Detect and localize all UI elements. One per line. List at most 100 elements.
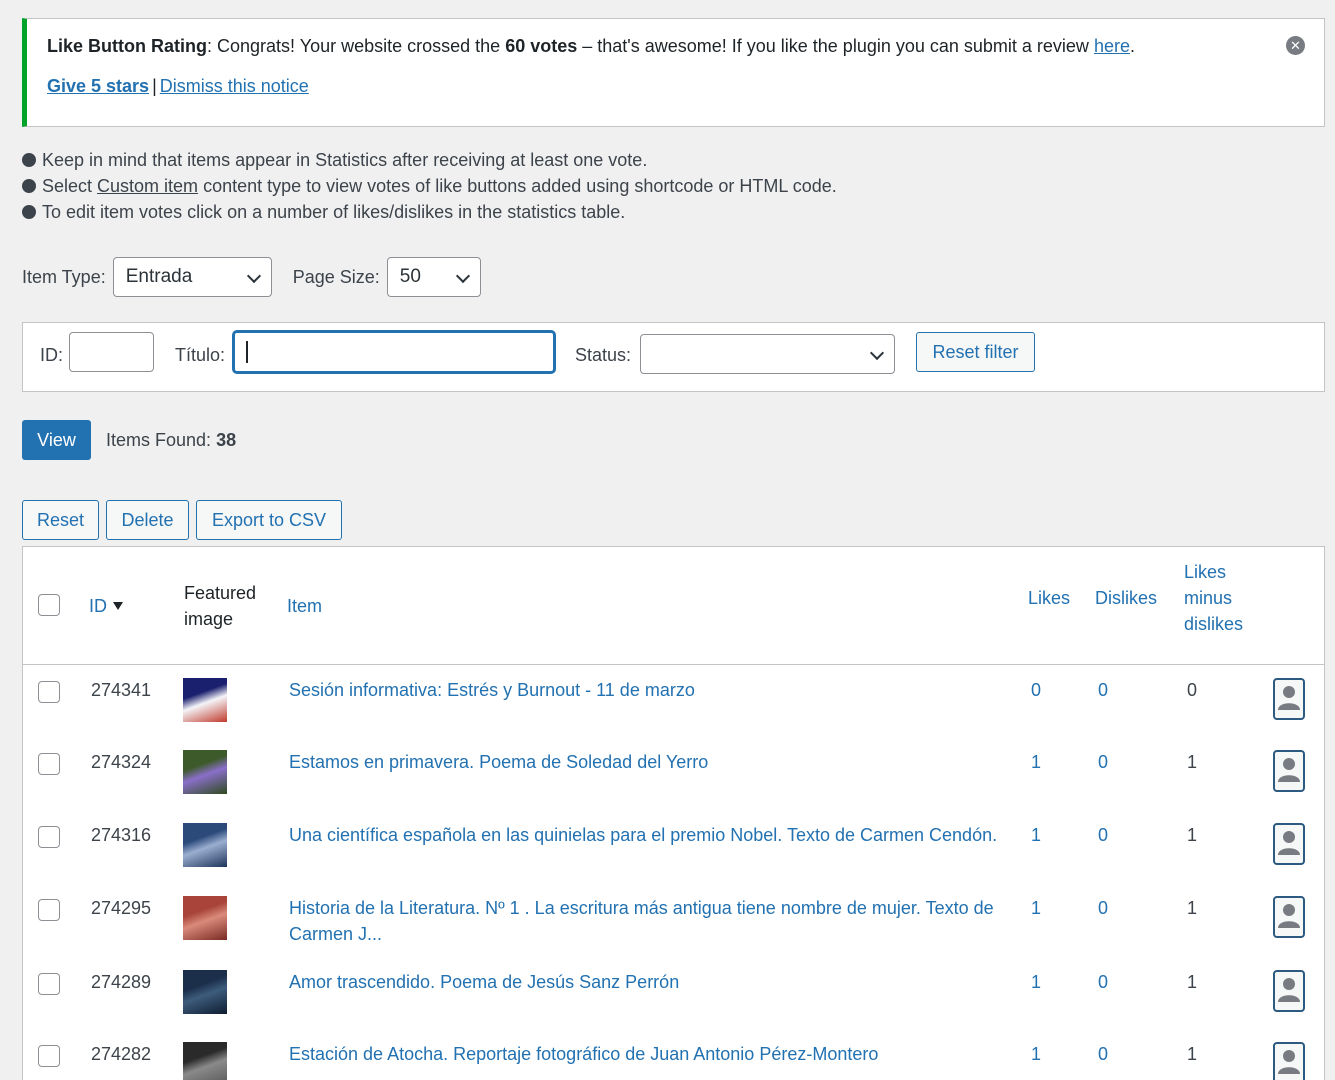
- id-input[interactable]: [69, 332, 154, 372]
- items-found-count: 38: [216, 430, 237, 450]
- text-caret: [246, 341, 248, 363]
- notice-actions: Give 5 stars | Dismiss this notice: [47, 76, 309, 96]
- row-likes-minus-dislikes: 1: [1187, 1044, 1198, 1064]
- row-dislikes-link[interactable]: 0: [1098, 969, 1108, 995]
- featured-image-thumbnail: [183, 750, 227, 794]
- row-checkbox[interactable]: [38, 826, 60, 848]
- likes-minus-dislikes-header[interactable]: Likes minus dislikes: [1184, 559, 1243, 637]
- row-dislikes-link[interactable]: 0: [1098, 677, 1108, 703]
- item-type-label: Item Type:: [22, 266, 106, 287]
- featured-image-thumbnail: [183, 1042, 227, 1080]
- voters-button[interactable]: [1273, 823, 1305, 865]
- voters-button[interactable]: [1273, 678, 1305, 720]
- table-row: 274289 Amor trascendido. Poema de Jesús S…: [23, 958, 1324, 1031]
- row-dislikes-link[interactable]: 0: [1098, 822, 1108, 848]
- user-icon: [1278, 978, 1300, 1002]
- custom-item-link[interactable]: Custom item: [97, 176, 198, 196]
- id-column-header[interactable]: ID: [89, 593, 123, 619]
- hint-item: Select Custom item content type to view …: [22, 175, 837, 201]
- dismiss-notice-link[interactable]: Dismiss this notice: [160, 76, 309, 96]
- row-id: 274289: [91, 972, 152, 992]
- voters-button[interactable]: [1273, 970, 1305, 1012]
- hint-item: Keep in mind that items appear in Statis…: [22, 149, 837, 175]
- row-likes-link[interactable]: 1: [1031, 749, 1041, 775]
- review-here-link[interactable]: here: [1094, 36, 1130, 56]
- row-item-link[interactable]: Estación de Atocha. Reportaje fotográfic…: [289, 1041, 999, 1067]
- row-checkbox[interactable]: [38, 899, 60, 921]
- export-csv-button[interactable]: Export to CSV: [196, 500, 342, 540]
- notice-votes: 60 votes: [505, 36, 578, 56]
- row-id: 274282: [91, 1044, 152, 1064]
- featured-image-header: Featured image: [184, 583, 257, 629]
- dislikes-column-header[interactable]: Dislikes: [1095, 585, 1157, 611]
- chevron-down-icon: [455, 268, 470, 284]
- voters-button[interactable]: [1273, 896, 1305, 938]
- page-size-select[interactable]: 50: [386, 257, 481, 297]
- status-select[interactable]: [640, 334, 895, 374]
- likes-column-header[interactable]: Likes: [1028, 585, 1070, 611]
- user-icon: [1278, 686, 1300, 710]
- hints-list: Keep in mind that items appear in Statis…: [22, 149, 837, 227]
- bullet-icon: [22, 179, 36, 193]
- row-likes-link[interactable]: 1: [1031, 895, 1041, 921]
- row-checkbox[interactable]: [38, 681, 60, 703]
- table-row: 274316 Una científica española en las qui…: [23, 811, 1324, 884]
- row-likes-link[interactable]: 1: [1031, 822, 1041, 848]
- statistics-table: ID Featured image Item Likes Dislikes Lik…: [22, 546, 1325, 1080]
- reset-filter-button[interactable]: Reset filter: [916, 332, 1035, 372]
- row-checkbox[interactable]: [38, 973, 60, 995]
- bullet-icon: [22, 153, 36, 167]
- reset-button[interactable]: Reset: [22, 500, 99, 540]
- rating-notice: Like Button Rating: Congrats! Your websi…: [22, 18, 1325, 127]
- row-likes-minus-dislikes: 0: [1187, 680, 1198, 700]
- row-id: 274295: [91, 898, 152, 918]
- row-item-link[interactable]: Amor trascendido. Poema de Jesús Sanz Pe…: [289, 969, 999, 995]
- row-checkbox[interactable]: [38, 1045, 60, 1067]
- give-5-stars-link[interactable]: Give 5 stars: [47, 76, 149, 96]
- bullet-icon: [22, 205, 36, 219]
- featured-image-thumbnail: [183, 970, 227, 1014]
- table-row: 274324 Estamos en primavera. Poema de Sol…: [23, 738, 1324, 811]
- voters-button[interactable]: [1273, 1042, 1305, 1080]
- hint-item: To edit item votes click on a number of …: [22, 201, 837, 227]
- status-label: Status:: [575, 345, 632, 365]
- table-header: ID Featured image Item Likes Dislikes Lik…: [23, 547, 1324, 665]
- row-item-link[interactable]: Historia de la Literatura. Nº 1 . La esc…: [289, 895, 999, 947]
- view-button[interactable]: View: [22, 420, 91, 460]
- notice-plugin-name: Like Button Rating: [47, 36, 207, 56]
- row-likes-link[interactable]: 0: [1031, 677, 1041, 703]
- row-item-link[interactable]: Sesión informativa: Estrés y Burnout - 1…: [289, 677, 999, 703]
- item-type-select[interactable]: Entrada: [112, 257, 272, 297]
- table-row: 274341 Sesión informativa: Estrés y Burno…: [23, 666, 1324, 739]
- row-dislikes-link[interactable]: 0: [1098, 749, 1108, 775]
- row-item-link[interactable]: Estamos en primavera. Poema de Soledad d…: [289, 749, 999, 775]
- chevron-down-icon: [246, 268, 261, 284]
- delete-button[interactable]: Delete: [106, 500, 189, 540]
- row-dislikes-link[interactable]: 0: [1098, 1041, 1108, 1067]
- type-row: Item Type: Entrada Page Size: 50: [22, 257, 481, 297]
- table-row: 274295 Historia de la Literatura. Nº 1 . …: [23, 884, 1324, 957]
- row-likes-link[interactable]: 1: [1031, 1041, 1041, 1067]
- voters-button[interactable]: [1273, 750, 1305, 792]
- row-dislikes-link[interactable]: 0: [1098, 895, 1108, 921]
- chevron-down-icon: [869, 345, 885, 361]
- notice-message: Like Button Rating: Congrats! Your websi…: [47, 36, 1135, 56]
- row-item-link[interactable]: Una científica española en las quinielas…: [289, 822, 999, 848]
- select-all-checkbox[interactable]: [38, 594, 60, 616]
- user-icon: [1278, 1050, 1300, 1074]
- user-icon: [1278, 758, 1300, 782]
- item-column-header[interactable]: Item: [287, 593, 322, 619]
- row-likes-minus-dislikes: 1: [1187, 752, 1198, 772]
- row-id: 274316: [91, 825, 152, 845]
- items-found: Items Found: 38: [106, 430, 237, 450]
- featured-image-thumbnail: [183, 678, 227, 722]
- featured-image-thumbnail: [183, 896, 227, 940]
- title-input[interactable]: [233, 331, 555, 373]
- row-likes-link[interactable]: 1: [1031, 969, 1041, 995]
- row-checkbox[interactable]: [38, 753, 60, 775]
- close-icon[interactable]: ✕: [1286, 36, 1305, 55]
- sort-down-icon: [113, 602, 123, 610]
- id-label: ID:: [40, 345, 64, 365]
- featured-image-thumbnail: [183, 823, 227, 867]
- filter-panel: ID: Título: Status: Reset filter: [22, 322, 1325, 392]
